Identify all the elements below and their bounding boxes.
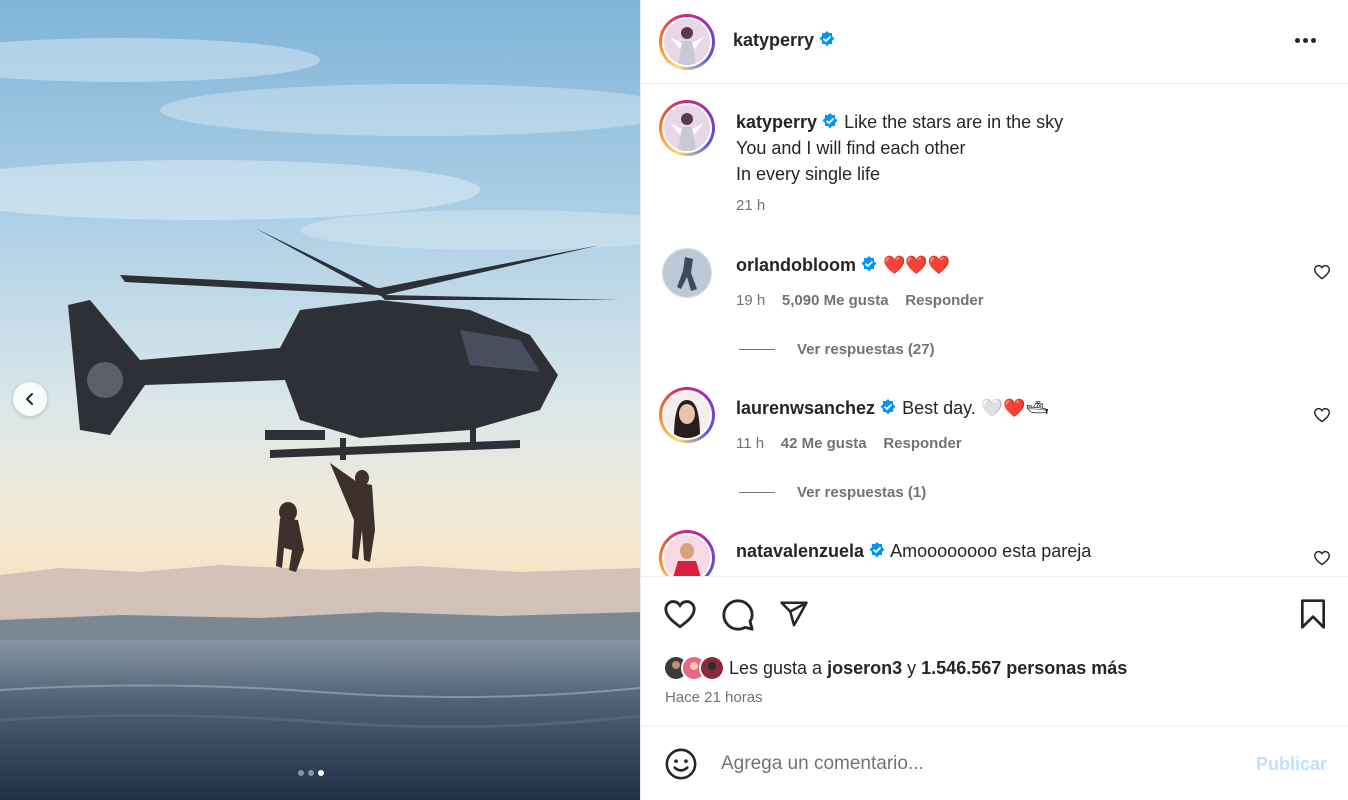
comment-icon[interactable] (721, 598, 755, 632)
commenter-avatar[interactable] (662, 248, 712, 298)
caption-time: 21 h (736, 197, 766, 214)
comment-meta: 11 h 42 Me gusta Responder (736, 435, 962, 452)
likes-summary: Les gusta a joseron3 y 1.546.567 persona… (663, 655, 1127, 681)
carousel-dot (308, 770, 314, 776)
comment-likes[interactable]: 5,090 Me gusta (782, 292, 889, 309)
publish-button[interactable]: Publicar (1256, 754, 1327, 775)
verified-badge-icon (869, 542, 885, 558)
post-time: Hace 21 horas (665, 689, 763, 706)
commenter-username[interactable]: orlandobloom (736, 255, 856, 275)
verified-badge-icon (819, 31, 835, 47)
comment-time: 11 h (736, 435, 765, 452)
chevron-left-icon (26, 393, 33, 405)
post-photo (0, 0, 640, 800)
post-media (0, 0, 640, 800)
post-actions: Les gusta a joseron3 y 1.546.567 persona… (641, 576, 1348, 726)
comment-time: 19 h (736, 292, 766, 309)
previous-slide-button[interactable] (13, 382, 47, 416)
view-replies-button[interactable]: Ver respuestas (1) (739, 484, 926, 501)
comment-meta: 19 h 5,090 Me gusta Responder (736, 292, 984, 309)
carousel-dot (298, 770, 304, 776)
commenter-avatar[interactable] (659, 387, 715, 443)
commenter-username[interactable]: laurenwsanchez (736, 398, 875, 418)
comment-input[interactable] (721, 748, 1241, 780)
comment-text: ❤️❤️❤️ (883, 255, 951, 275)
commenter-avatar[interactable] (659, 530, 715, 576)
caption-line: In every single life (736, 164, 881, 184)
likes-text: Les gusta a joseron3 y 1.546.567 persona… (729, 657, 1128, 678)
view-replies-label: Ver respuestas (1) (797, 484, 927, 501)
commenter-username[interactable]: natavalenzuela (736, 541, 864, 561)
author-avatar[interactable] (659, 14, 715, 70)
caption-username[interactable]: katyperry (736, 112, 817, 132)
verified-badge-icon (861, 256, 877, 272)
like-comment-heart-icon[interactable] (1313, 550, 1331, 566)
comment-text: Amoooooooo esta pareja (890, 541, 1092, 561)
caption-avatar[interactable] (659, 100, 715, 156)
like-comment-heart-icon[interactable] (1313, 407, 1331, 423)
comment-text: Best day. 🤍❤️🛥 (902, 398, 1049, 418)
caption: katyperry Like the stars are in the sky … (736, 109, 1063, 187)
comments-list: katyperry Like the stars are in the sky … (641, 84, 1348, 576)
like-comment-heart-icon[interactable] (1313, 264, 1331, 280)
verified-badge-icon (880, 399, 896, 415)
caption-line: Like the stars are in the sky (844, 112, 1064, 132)
carousel-indicator (298, 770, 324, 776)
save-bookmark-icon[interactable] (1298, 598, 1328, 630)
more-options-button[interactable] (1295, 30, 1321, 50)
likes-count[interactable]: 1.546.567 personas más (921, 658, 1127, 678)
view-replies-button[interactable]: Ver respuestas (27) (739, 341, 935, 358)
carousel-dot-active (318, 770, 324, 776)
comment-likes[interactable]: 42 Me gusta (781, 435, 867, 452)
emoji-icon[interactable] (664, 747, 698, 781)
comment: natavalenzuela Amoooooooo esta pareja (736, 538, 1091, 564)
comment-composer: Publicar (641, 726, 1348, 800)
liker-username[interactable]: joseron3 (827, 658, 902, 678)
author-username[interactable]: katyperry (733, 30, 814, 50)
liker-avatar (699, 655, 725, 681)
comment: orlandobloom ❤️❤️❤️ (736, 252, 950, 278)
reply-button[interactable]: Responder (905, 292, 983, 309)
post-panel: katyperry katyperry Like the stars are i… (640, 0, 1348, 800)
view-replies-label: Ver respuestas (27) (797, 341, 935, 358)
comment: laurenwsanchez Best day. 🤍❤️🛥 (736, 395, 1048, 421)
reply-button[interactable]: Responder (883, 435, 961, 452)
caption-line: You and I will find each other (736, 138, 966, 158)
post-header: katyperry (641, 0, 1348, 84)
share-icon[interactable] (778, 599, 810, 629)
like-heart-icon[interactable] (663, 598, 697, 630)
verified-badge-icon (822, 113, 838, 129)
